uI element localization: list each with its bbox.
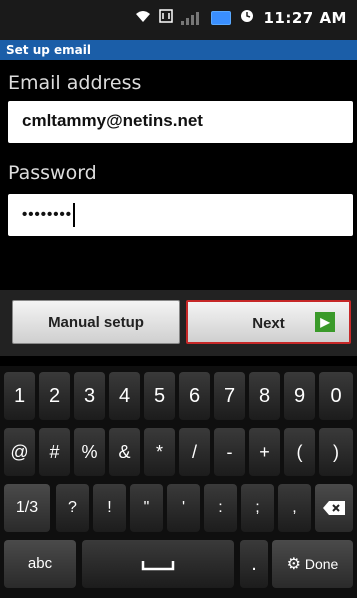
key-page[interactable]: 1/3	[4, 484, 50, 532]
data-icon	[159, 9, 174, 27]
password-field[interactable]: ••••••••	[8, 194, 353, 236]
key[interactable]: (	[284, 428, 315, 476]
key[interactable]: 6	[179, 372, 210, 420]
key[interactable]: @	[4, 428, 35, 476]
keyboard-row-bottom: abc . ⚙ Done	[0, 540, 357, 598]
key[interactable]: "	[130, 484, 163, 532]
app-title: Set up email	[0, 40, 357, 60]
arrow-right-icon: ▶	[315, 312, 335, 332]
next-label: Next	[252, 315, 285, 332]
manual-setup-button[interactable]: Manual setup	[12, 300, 180, 344]
email-label: Email address	[8, 72, 142, 94]
key[interactable]: ;	[241, 484, 274, 532]
key[interactable]: 9	[284, 372, 315, 420]
done-key[interactable]: ⚙ Done	[272, 540, 353, 588]
battery-icon	[211, 11, 232, 25]
key[interactable]: '	[167, 484, 200, 532]
backspace-icon	[323, 500, 345, 515]
gear-icon: ⚙	[286, 556, 301, 573]
key[interactable]: 3	[74, 372, 105, 420]
backspace-key[interactable]	[315, 484, 353, 532]
status-icons: 11:27 AM	[135, 9, 347, 27]
keyboard-row-symbols: @ # % & * / - + ( )	[0, 428, 357, 486]
email-value: cmltammy@netins.net	[22, 111, 203, 130]
keyboard-row-numbers: 1 2 3 4 5 6 7 8 9 0	[0, 372, 357, 430]
alarm-icon	[239, 9, 255, 27]
key[interactable]: #	[39, 428, 70, 476]
key[interactable]: 4	[109, 372, 140, 420]
done-label: Done	[304, 556, 339, 572]
phone-screen: 11:27 AM Set up email Email address cmlt…	[0, 0, 357, 598]
password-label: Password	[8, 162, 97, 184]
abc-key[interactable]: abc	[4, 540, 76, 588]
key[interactable]: 0	[319, 372, 353, 420]
key[interactable]: ,	[278, 484, 311, 532]
key[interactable]: 8	[249, 372, 280, 420]
clock: 11:27 AM	[263, 9, 347, 27]
status-bar: 11:27 AM	[0, 0, 357, 40]
key[interactable]: %	[74, 428, 105, 476]
key[interactable]: 2	[39, 372, 70, 420]
key[interactable]: +	[249, 428, 280, 476]
key[interactable]: 7	[214, 372, 245, 420]
text-cursor	[73, 203, 76, 227]
password-value: ••••••••	[22, 203, 76, 227]
key[interactable]: /	[179, 428, 210, 476]
space-icon	[141, 560, 175, 570]
signal-icon	[181, 11, 203, 25]
key[interactable]: *	[144, 428, 175, 476]
next-button[interactable]: Next ▶	[186, 300, 351, 344]
key[interactable]: 1	[4, 372, 35, 420]
key[interactable]: !	[93, 484, 126, 532]
key[interactable]: -	[214, 428, 245, 476]
email-field[interactable]: cmltammy@netins.net	[8, 101, 353, 143]
wifi-icon	[135, 9, 151, 27]
keyboard-row-more: 1/3 ? ! " ' : ; ,	[0, 484, 357, 542]
key[interactable]: 5	[144, 372, 175, 420]
password-dots: ••••••••	[22, 205, 73, 223]
key[interactable]: &	[109, 428, 140, 476]
space-key[interactable]	[82, 540, 234, 588]
key[interactable]: )	[319, 428, 353, 476]
soft-keyboard: 1 2 3 4 5 6 7 8 9 0 @ # % & * / - + ( ) …	[0, 366, 357, 598]
button-bar: Manual setup Next ▶	[0, 290, 357, 356]
key[interactable]: ?	[56, 484, 89, 532]
key[interactable]: :	[204, 484, 237, 532]
dot-key[interactable]: .	[240, 540, 268, 588]
